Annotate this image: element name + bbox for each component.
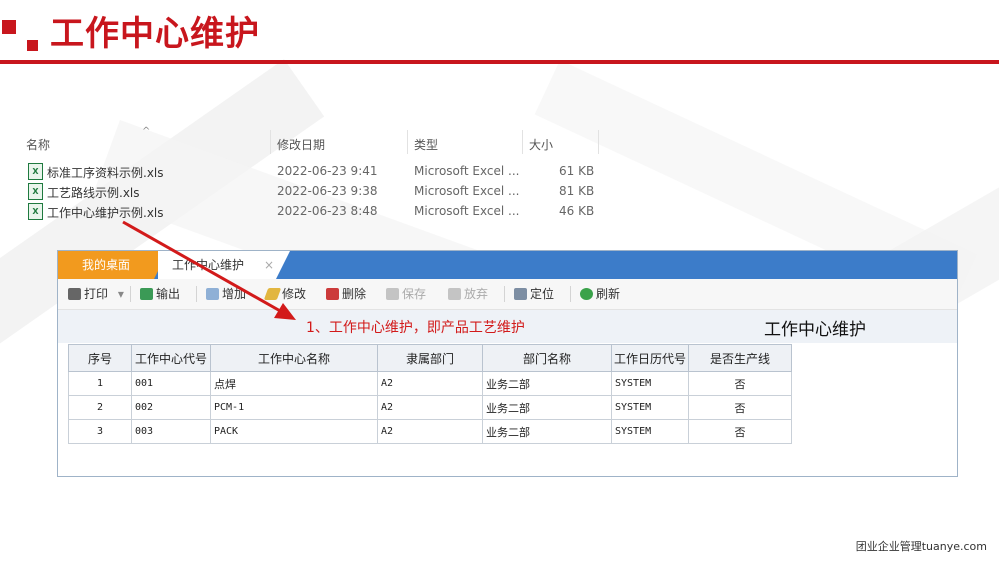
arrow-shaft [122,220,283,314]
footer-credit: 团业企业管理tuanye.com [855,540,987,553]
arrow-head [274,303,296,320]
annotation-arrow [122,220,296,320]
